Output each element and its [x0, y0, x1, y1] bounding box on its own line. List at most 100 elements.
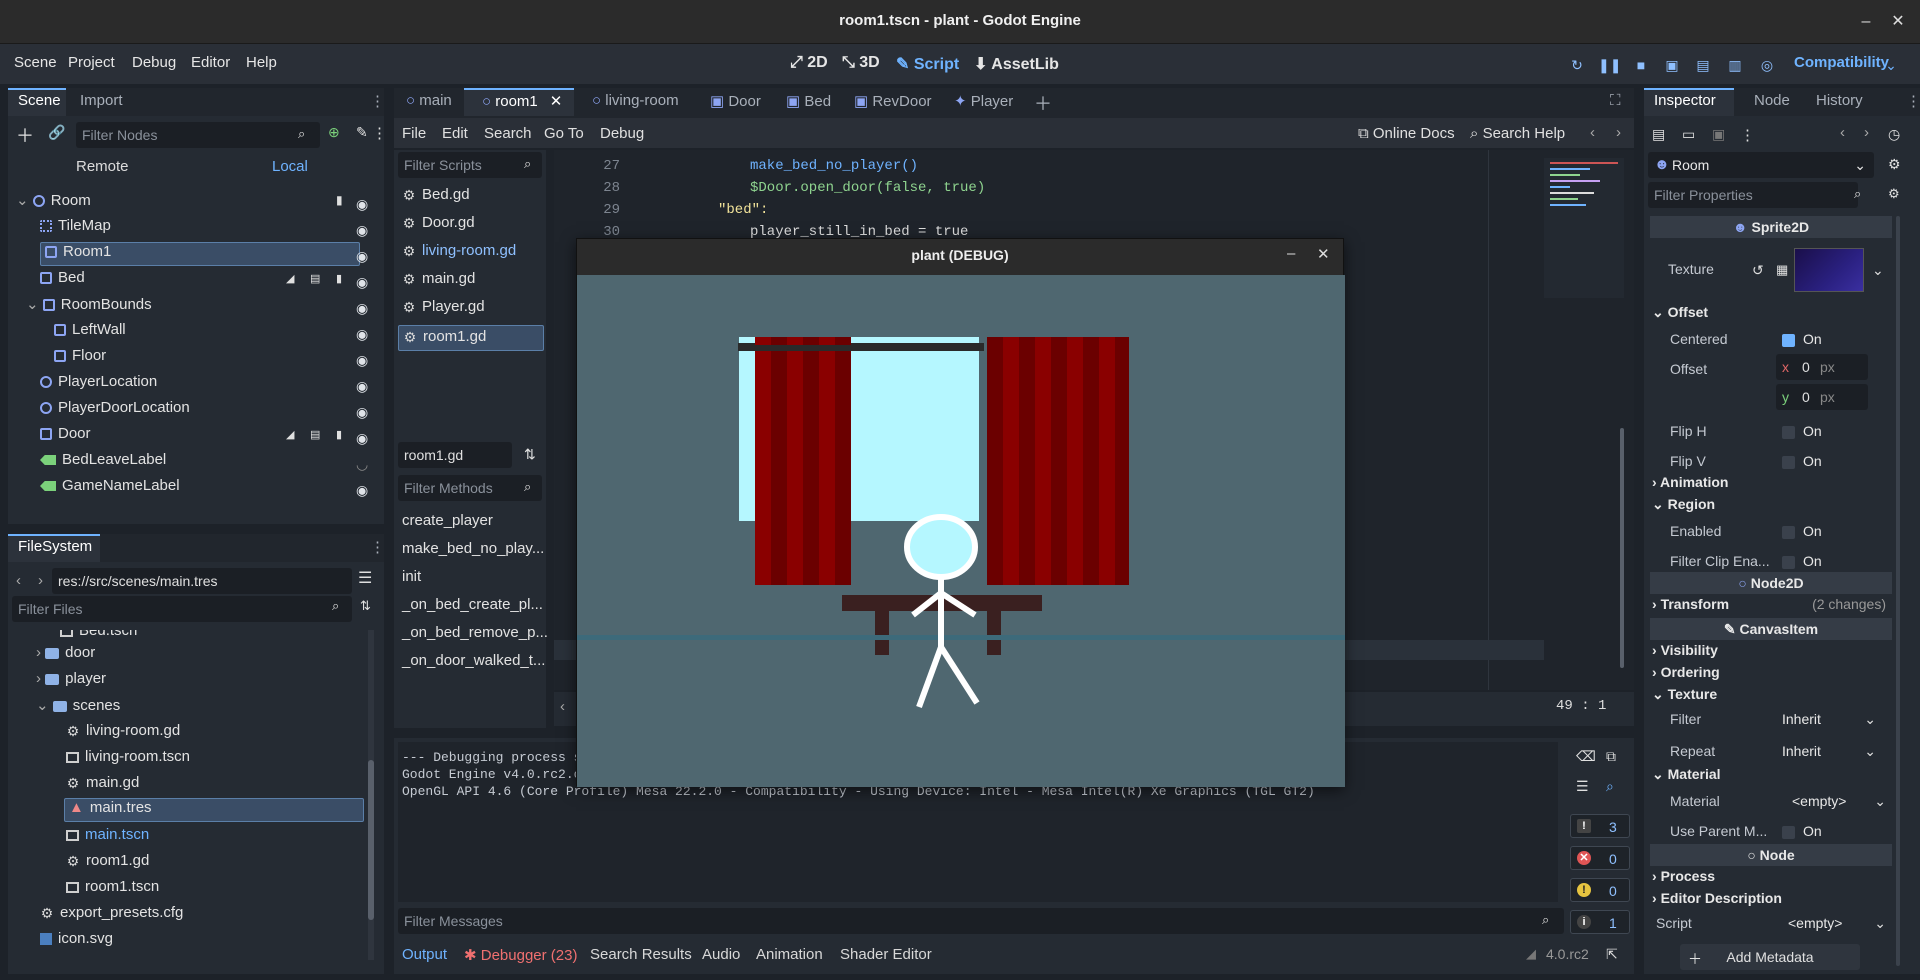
game-viewport[interactable]: [577, 275, 1345, 787]
visibility-eye-icon[interactable]: ◉: [356, 431, 372, 445]
history-forward-icon[interactable]: ›: [1616, 124, 1621, 141]
sort-icon[interactable]: ⇅: [524, 446, 536, 463]
signal-icon[interactable]: ◢: [286, 272, 294, 285]
filter-settings-icon[interactable]: ⚙: [1888, 186, 1900, 202]
tab-living-room[interactable]: ○ living-room: [592, 92, 679, 109]
method-item[interactable]: init: [402, 568, 421, 590]
dock-menu-icon[interactable]: ⋮: [1906, 92, 1920, 110]
script-item-player[interactable]: ⚙ Player.gd: [402, 298, 485, 320]
section-material[interactable]: ⌄ Material: [1652, 766, 1892, 788]
visibility-eye-icon[interactable]: ◉: [356, 483, 372, 497]
method-item[interactable]: make_bed_no_play...: [402, 540, 544, 562]
dock-menu-icon[interactable]: ⋮: [370, 92, 385, 110]
tab-filesystem[interactable]: FileSystem: [18, 538, 92, 555]
section-region[interactable]: ⌄ Region: [1652, 496, 1892, 518]
view-toggle-icon[interactable]: ☰: [358, 568, 372, 588]
filter-methods-input[interactable]: Filter Methods: [398, 475, 542, 501]
section-texture[interactable]: ⌄ Texture: [1652, 686, 1892, 708]
open-folder-icon[interactable]: ▭: [1682, 126, 1695, 143]
prop-repeat[interactable]: Repeat Inherit ⌄: [1652, 738, 1892, 764]
fs-item-main-tres[interactable]: ▲ main.tres: [64, 798, 364, 822]
fs-item-living-room-tscn[interactable]: living-room.tscn: [66, 748, 190, 770]
section-offset[interactable]: ⌄ Offset: [1652, 304, 1892, 326]
path-field[interactable]: res://src/scenes/main.tres: [52, 568, 352, 594]
group-icon[interactable]: ▤: [310, 272, 320, 285]
tab-import[interactable]: Import: [80, 92, 123, 109]
section-process[interactable]: › Process: [1652, 868, 1892, 890]
checkbox[interactable]: [1782, 333, 1795, 347]
clear-output-icon[interactable]: ⌫: [1576, 748, 1596, 765]
tree-node-tilemap[interactable]: TileMap: [40, 217, 111, 239]
pause-icon[interactable]: ❚❚: [1598, 54, 1621, 76]
fs-item-room1-gd[interactable]: ⚙ room1.gd: [66, 852, 150, 874]
more-icon[interactable]: ⋮: [372, 124, 387, 142]
section-ordering[interactable]: › Ordering: [1652, 664, 1892, 686]
tab-inspector[interactable]: Inspector: [1654, 92, 1716, 109]
stop-icon[interactable]: ■: [1630, 54, 1652, 76]
visibility-eye-icon[interactable]: ◉: [356, 197, 372, 211]
revert-icon[interactable]: ↺: [1752, 262, 1764, 279]
history-icon[interactable]: ◷: [1888, 126, 1900, 143]
workspace-2d[interactable]: ⤢ 2D: [790, 54, 828, 72]
game-debug-window[interactable]: plant (DEBUG) – ✕: [576, 238, 1345, 787]
filter-messages-input[interactable]: Filter Messages: [398, 908, 1564, 934]
script-menu-goto[interactable]: Go To: [544, 125, 584, 142]
texture-preview[interactable]: [1794, 248, 1864, 292]
section-visibility[interactable]: › Visibility: [1652, 642, 1892, 664]
close-icon[interactable]: ✕: [1317, 245, 1330, 263]
fs-item-living-room-gd[interactable]: ⚙ living-room.gd: [66, 722, 181, 744]
collapse-lines-icon[interactable]: ☰: [1576, 778, 1589, 795]
filter-info-button[interactable]: i1: [1570, 910, 1630, 934]
fs-folder-door[interactable]: › door: [36, 644, 95, 666]
method-item[interactable]: _on_bed_remove_p...: [402, 624, 548, 646]
script-item-room1[interactable]: ⚙ room1.gd: [398, 325, 544, 351]
scene-icon[interactable]: ▮: [336, 193, 343, 207]
play-scene-icon[interactable]: ▤: [1692, 54, 1714, 76]
local-toggle[interactable]: Local: [272, 158, 308, 175]
sort-icon[interactable]: ⇅: [360, 598, 371, 614]
menu-scene[interactable]: Scene: [14, 54, 57, 71]
tree-node-floor[interactable]: Floor: [54, 347, 106, 369]
filter-properties-input[interactable]: Filter Properties: [1648, 182, 1858, 208]
section-editor-description[interactable]: › Editor Description: [1652, 890, 1892, 912]
prop-filter-clip[interactable]: Filter Clip Ena... On: [1652, 548, 1892, 574]
fs-item-main-gd[interactable]: ⚙ main.gd: [66, 774, 140, 796]
checkbox[interactable]: [1782, 825, 1795, 839]
filter-nodes-input[interactable]: Filter Nodes: [76, 122, 320, 148]
fs-item-main-tscn[interactable]: main.tscn: [66, 826, 149, 848]
fs-item-icon-svg[interactable]: icon.svg: [40, 930, 113, 952]
method-item[interactable]: _on_door_walked_t...: [402, 652, 545, 674]
minimize-icon[interactable]: –: [1287, 245, 1295, 262]
fs-folder-scenes[interactable]: ⌄ scenes: [36, 696, 120, 718]
tree-node-leftwall[interactable]: LeftWall: [54, 321, 126, 343]
scrollbar[interactable]: [368, 630, 374, 960]
remote-toggle[interactable]: Remote: [76, 158, 129, 175]
play-custom-icon[interactable]: ▥: [1724, 54, 1746, 76]
script-menu-debug[interactable]: Debug: [600, 125, 644, 142]
history-back-icon[interactable]: ‹: [1840, 124, 1845, 141]
menu-editor[interactable]: Editor: [191, 54, 230, 71]
reload-icon[interactable]: ↻: [1566, 54, 1588, 76]
prop-material[interactable]: Material <empty> ⌄: [1652, 788, 1892, 814]
tab-player[interactable]: ✦ Player: [954, 92, 1013, 110]
online-docs-button[interactable]: ⧉ Online Docs: [1358, 125, 1455, 142]
object-selector[interactable]: Room ⌄: [1648, 152, 1874, 178]
tree-node-gamenamelabel[interactable]: GameNameLabel: [40, 477, 180, 499]
offset-x-field[interactable]: x 0 px: [1776, 354, 1868, 380]
prop-filter[interactable]: Filter Inherit ⌄: [1652, 706, 1892, 732]
filter-files-input[interactable]: Filter Files: [12, 596, 352, 622]
tree-node-door[interactable]: Door: [40, 425, 91, 447]
add-metadata-button[interactable]: ＋ Add Metadata: [1680, 944, 1860, 970]
menu-help[interactable]: Help: [246, 54, 277, 71]
visibility-eye-icon[interactable]: ◉: [356, 379, 372, 393]
tab-node[interactable]: Node: [1754, 92, 1790, 109]
link-icon[interactable]: 🔗: [48, 124, 65, 141]
chevron-down-icon[interactable]: ⌄: [1880, 54, 1902, 76]
script-item-living-room[interactable]: ⚙ living-room.gd: [402, 242, 517, 264]
checkbox[interactable]: [1782, 455, 1795, 469]
section-animation[interactable]: › Animation: [1652, 474, 1892, 496]
expand-panel-icon[interactable]: ⇱: [1606, 946, 1618, 963]
fs-folder-player[interactable]: › player: [36, 670, 106, 692]
method-item[interactable]: create_player: [402, 512, 493, 534]
scrollbar[interactable]: [1620, 428, 1624, 668]
